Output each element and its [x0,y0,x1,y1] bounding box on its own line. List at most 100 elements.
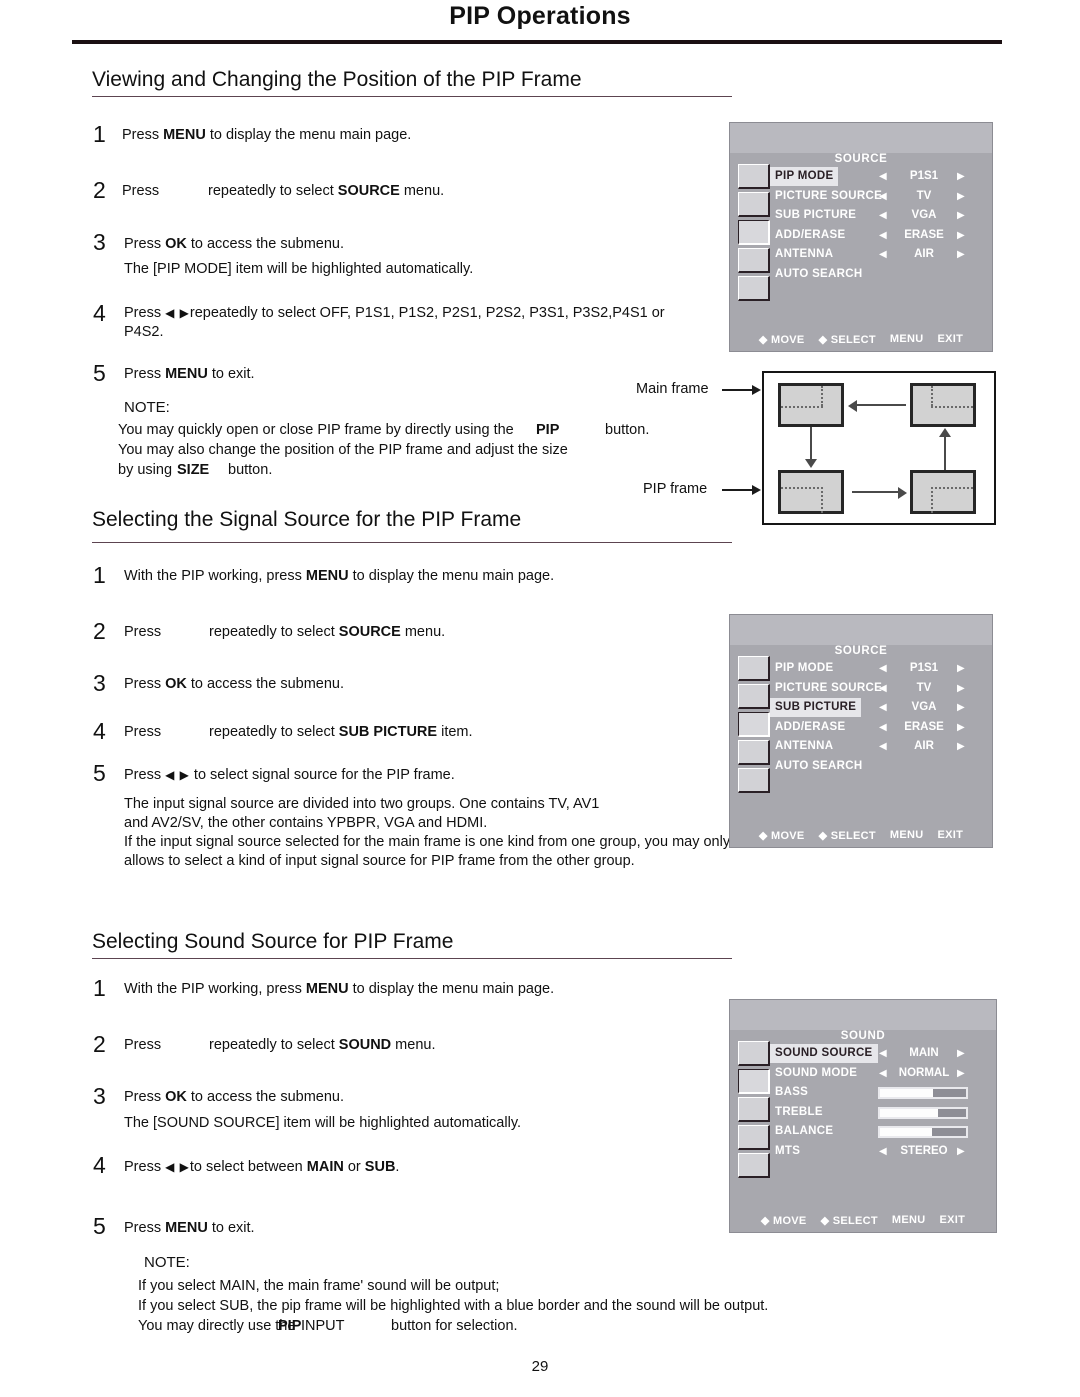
osd-increase-arrow-icon[interactable]: ▶ [957,226,965,245]
osd-row-sub-picture[interactable]: SUB PICTURE ◀ VGA ▶ [770,698,986,717]
osd-decrease-arrow-icon[interactable]: ◀ [879,206,887,225]
osd-tab-2[interactable] [738,1097,770,1122]
osd-decrease-arrow-icon[interactable]: ◀ [879,679,887,698]
osd-increase-arrow-icon[interactable]: ▶ [957,1142,965,1161]
osd-row-label: ADD/ERASE [775,228,846,241]
osd-footer-hints: ◆ MOVE ◆ SELECT MENU EXIT [730,1212,996,1228]
osd-increase-arrow-icon[interactable]: ▶ [957,1044,965,1063]
title-divider [72,40,1002,44]
osd-tab-strip[interactable] [738,656,770,796]
osd-decrease-arrow-icon[interactable]: ◀ [879,1142,887,1161]
osd-slider-fill [880,1128,932,1136]
osd-increase-arrow-icon[interactable]: ▶ [957,737,965,756]
osd-decrease-arrow-icon[interactable]: ◀ [879,167,887,186]
osd-increase-arrow-icon[interactable]: ▶ [957,718,965,737]
osd-tab-4[interactable] [738,768,770,793]
osd-decrease-arrow-icon[interactable]: ◀ [879,718,887,737]
osd-row-label: AUTO SEARCH [775,759,863,772]
page-title: PIP Operations [449,2,631,30]
osd-row-add-erase[interactable]: ADD/ERASE ◀ ERASE ▶ [775,226,986,245]
osd-row-value: ERASE [904,720,944,733]
osd-increase-arrow-icon[interactable]: ▶ [957,206,965,225]
step-bold-key: SUB PICTURE [338,724,438,740]
osd-row-antenna[interactable]: ANTENNA ◀ AIR ▶ [775,737,986,756]
section-1-heading: Viewing and Changing the Position of the… [92,68,582,91]
osd-source-menu-2[interactable]: SOURCE PIP MODE ◀ P1S1 ▶ PICTURE SOURCE ◀ TV ▶ S… [729,614,993,848]
step-number: 4 [93,1152,106,1178]
osd-increase-arrow-icon[interactable]: ▶ [957,659,965,678]
osd-tab-3[interactable] [738,1125,770,1150]
osd-increase-arrow-icon[interactable]: ▶ [957,679,965,698]
osd-row-bass[interactable]: BASS [775,1083,990,1102]
section-3-divider [92,958,732,959]
step-number: 1 [93,121,106,147]
osd-tab-2[interactable] [738,712,770,737]
osd-row-picture-source[interactable]: PICTURE SOURCE ◀ TV ▶ [775,187,986,206]
osd-row-sub-picture[interactable]: SUB PICTURE ◀ VGA ▶ [775,206,986,225]
pip-position-diagram [762,371,996,525]
arrow-left-shaft [854,404,906,406]
step-number: 2 [93,177,106,203]
osd-tab-1[interactable] [738,1069,770,1094]
note-line-1: You may quickly open or close PIP frame … [118,422,514,438]
osd-tab-2[interactable] [738,220,770,245]
arrow-down-head [805,459,817,468]
osd-source-menu-1[interactable]: SOURCE PIP MODE ◀ P1S1 ▶ PICTURE SOURCE ◀ TV ▶ S… [729,122,993,352]
step-bold-key: OK [165,676,187,692]
osd-increase-arrow-icon[interactable]: ▶ [957,167,965,186]
osd-row-treble[interactable]: TREBLE [775,1103,990,1122]
osd-row-pip-mode[interactable]: PIP MODE ◀ P1S1 ▶ [770,167,986,186]
osd-decrease-arrow-icon[interactable]: ◀ [879,226,887,245]
osd-increase-arrow-icon[interactable]: ▶ [957,1064,965,1083]
osd-decrease-arrow-icon[interactable]: ◀ [879,737,887,756]
tv-frame-top-right [910,383,976,427]
osd-tab-0[interactable] [738,164,770,189]
osd-row-auto-search[interactable]: AUTO SEARCH [775,757,986,776]
osd-row-value: TV [916,681,932,694]
osd-sound-menu[interactable]: SOUND SOUND SOURCE ◀ MAIN ▶ SOUND MODE ◀ NORMA… [729,999,997,1233]
osd-slider-balance[interactable] [878,1126,968,1138]
manual-page: PIP Operations Viewing and Changing the … [0,0,1080,1397]
osd-row-auto-search[interactable]: AUTO SEARCH [775,265,986,284]
osd-decrease-arrow-icon[interactable]: ◀ [879,1044,887,1063]
osd-tab-1[interactable] [738,684,770,709]
s2-step-2-text: Press [124,623,161,642]
osd-tab-strip[interactable] [738,164,770,304]
osd-decrease-arrow-icon[interactable]: ◀ [879,245,887,264]
step-bold-key: OK [165,1089,187,1105]
osd-tab-0[interactable] [738,656,770,681]
osd-row-add-erase[interactable]: ADD/ERASE ◀ ERASE ▶ [775,718,986,737]
osd-tab-3[interactable] [738,740,770,765]
step-4-text: Press ◀ ▶repeatedly to select OFF, P1S1,… [124,304,665,323]
osd-slider-treble[interactable] [878,1106,968,1119]
osd-slider-bass[interactable] [878,1087,968,1099]
osd-row-pip-mode[interactable]: PIP MODE ◀ P1S1 ▶ [775,659,986,678]
osd-increase-arrow-icon[interactable]: ▶ [957,698,965,717]
step-text-before: Press [124,1037,162,1053]
osd-row-picture-source[interactable]: PICTURE SOURCE ◀ TV ▶ [775,679,986,698]
osd-tab-4[interactable] [738,276,770,301]
osd-decrease-arrow-icon[interactable]: ◀ [879,659,887,678]
step-text-before: Press [124,624,162,640]
osd-tab-strip[interactable] [738,1041,770,1181]
step-number: 2 [93,618,106,644]
section-2-heading: Selecting the Signal Source for the PIP … [92,508,522,531]
osd-row-label: TREBLE [775,1105,823,1118]
osd-decrease-arrow-icon[interactable]: ◀ [879,698,887,717]
osd-tab-3[interactable] [738,248,770,273]
step-text-before: Press [124,767,166,783]
osd-tab-4[interactable] [738,1153,770,1178]
osd-increase-arrow-icon[interactable]: ▶ [957,187,965,206]
osd-row-antenna[interactable]: ANTENNA ◀ AIR ▶ [775,245,986,264]
pip-divider-h [931,406,973,408]
osd-increase-arrow-icon[interactable]: ▶ [957,245,965,264]
step-text-before: Press [122,183,160,199]
osd-row-sound-source[interactable]: SOUND SOURCE ◀ MAIN ▶ [770,1044,990,1063]
osd-row-balance[interactable]: BALANCE [775,1122,990,1141]
osd-decrease-arrow-icon[interactable]: ◀ [879,187,887,206]
osd-row-sound-mode[interactable]: SOUND MODE ◀ NORMAL ▶ [775,1064,990,1083]
osd-tab-1[interactable] [738,192,770,217]
osd-tab-0[interactable] [738,1041,770,1066]
osd-row-mts[interactable]: MTS ◀ STEREO ▶ [775,1142,990,1161]
osd-decrease-arrow-icon[interactable]: ◀ [879,1064,887,1083]
